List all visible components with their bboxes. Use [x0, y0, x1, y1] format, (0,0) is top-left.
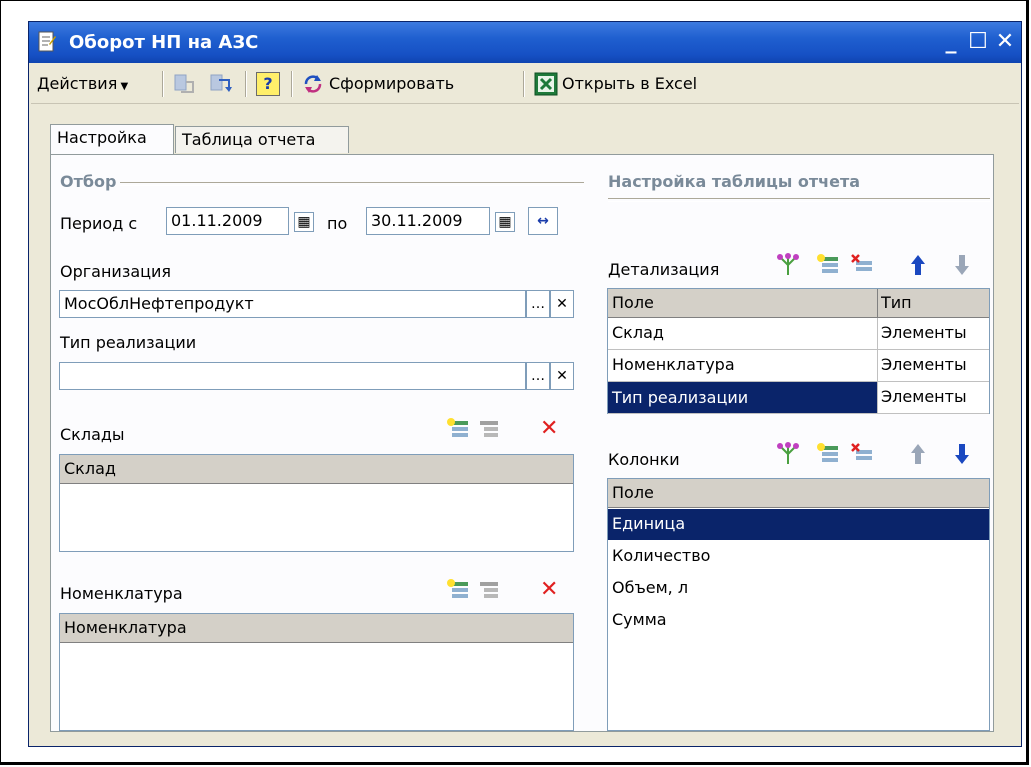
add-group-icon[interactable] [476, 417, 500, 441]
detail-table[interactable]: Поле Тип Склад Элементы Номенклатура Эле… [607, 288, 990, 414]
delete-icon[interactable]: ✕ [540, 577, 564, 602]
report-settings-title: Настройка таблицы отчета [608, 172, 861, 191]
excel-icon [534, 72, 558, 96]
actions-label: Действия [37, 74, 118, 93]
table-header: Номенклатура [60, 614, 573, 643]
separator [162, 71, 164, 97]
list-item-selected[interactable]: Единица [608, 509, 989, 540]
minimize-button[interactable]: _ [939, 30, 963, 54]
filter-section-title: Отбор [60, 172, 117, 191]
move-down-icon[interactable] [950, 442, 974, 466]
move-down-icon[interactable] [950, 253, 974, 277]
organization-input[interactable]: МосОблНефтепродукт [59, 290, 526, 318]
divider [120, 182, 584, 186]
add-group-icon[interactable] [476, 578, 500, 602]
period-to-label: по [327, 214, 348, 233]
row-field: Склад [612, 323, 664, 342]
add-fields-icon[interactable] [776, 442, 800, 466]
actions-menu[interactable]: Действия ▼ [37, 71, 128, 97]
detail-label: Детализация [608, 260, 720, 279]
excel-button[interactable]: Открыть в Excel [534, 71, 697, 97]
table-header: Поле Тип [608, 289, 989, 318]
organization-label: Организация [60, 262, 172, 281]
date-from-input[interactable]: 01.11.2009 [166, 207, 289, 235]
list-item[interactable]: Объем, л [608, 573, 989, 604]
table-header: Поле [608, 479, 989, 508]
nomenclature-table[interactable]: Номенклатура [59, 613, 574, 731]
period-select-icon[interactable]: ↔ [528, 207, 558, 235]
list-item[interactable]: Количество [608, 541, 989, 572]
row-type: Элементы [881, 355, 967, 374]
list-item[interactable]: Сумма [608, 605, 989, 636]
add-row-icon[interactable] [446, 578, 470, 602]
warehouses-label: Склады [60, 425, 125, 444]
excel-label: Открыть в Excel [562, 74, 698, 93]
save-settings-icon[interactable] [173, 72, 197, 96]
column-header-type: Тип [881, 293, 912, 312]
separator [291, 71, 293, 97]
divider [608, 198, 990, 202]
sale-type-input[interactable] [59, 362, 526, 390]
add-row-icon[interactable] [816, 253, 840, 277]
add-row-icon[interactable] [816, 442, 840, 466]
row-type: Элементы [881, 387, 967, 406]
columns-table[interactable]: Поле Единица Количество Объем, л Сумма [607, 478, 990, 731]
list-item-label: Сумма [612, 610, 667, 629]
separator [245, 71, 247, 97]
period-from-label: Период с [60, 214, 138, 233]
add-fields-icon[interactable] [776, 253, 800, 277]
list-item-label: Единица [612, 514, 686, 533]
delete-icon[interactable]: ✕ [540, 416, 564, 441]
delete-row-icon[interactable] [850, 253, 874, 277]
column-header-field: Поле [612, 293, 654, 312]
columns-label: Колонки [608, 450, 680, 469]
restore-settings-icon[interactable] [209, 72, 233, 96]
table-row[interactable]: Склад Элементы [608, 318, 989, 350]
toolbar: Действия ▼ ? Сформировать Открыть в Exce… [31, 65, 1019, 104]
add-row-icon[interactable] [446, 417, 470, 441]
sale-type-clear-icon[interactable]: ✕ [550, 362, 574, 390]
date-to-input[interactable]: 30.11.2009 [366, 207, 490, 235]
list-item-label: Объем, л [612, 578, 689, 597]
dropdown-arrow-icon: ▼ [117, 81, 129, 92]
title-bar: Оборот НП на АЗС _ ☐ ✕ [29, 22, 1021, 63]
organization-clear-icon[interactable]: ✕ [550, 290, 574, 318]
column-header: Поле [612, 483, 654, 502]
column-header: Номенклатура [64, 618, 187, 637]
tab-settings[interactable]: Настройка [50, 124, 174, 154]
report-icon [38, 31, 56, 52]
move-up-icon[interactable] [906, 253, 930, 277]
nomenclature-label: Номенклатура [60, 584, 183, 603]
maximize-button[interactable]: ☐ [966, 30, 990, 54]
column-header: Склад [64, 459, 116, 478]
tab-report-table[interactable]: Таблица отчета [175, 126, 349, 153]
move-up-icon[interactable] [906, 442, 930, 466]
separator [523, 71, 525, 97]
calendar-to-icon[interactable]: ▦ [495, 212, 515, 232]
form-button[interactable]: Сформировать [301, 71, 454, 97]
delete-row-icon[interactable] [850, 442, 874, 466]
sale-type-select-icon[interactable]: … [526, 362, 550, 390]
sale-type-label: Тип реализации [60, 333, 197, 352]
warehouses-table[interactable]: Склад [59, 454, 574, 552]
organization-select-icon[interactable]: … [526, 290, 550, 318]
table-header: Склад [60, 455, 573, 484]
list-item-label: Количество [612, 546, 711, 565]
refresh-icon [304, 75, 322, 93]
table-row-selected[interactable]: Тип реализации Элементы [608, 382, 989, 414]
window-title: Оборот НП на АЗС [69, 32, 259, 53]
calendar-from-icon[interactable]: ▦ [294, 212, 314, 232]
table-row[interactable]: Номенклатура Элементы [608, 350, 989, 382]
close-button[interactable]: ✕ [993, 30, 1017, 54]
row-field: Номенклатура [612, 355, 735, 374]
row-field: Тип реализации [608, 382, 877, 413]
row-type: Элементы [881, 323, 967, 342]
help-icon[interactable]: ? [256, 72, 280, 96]
